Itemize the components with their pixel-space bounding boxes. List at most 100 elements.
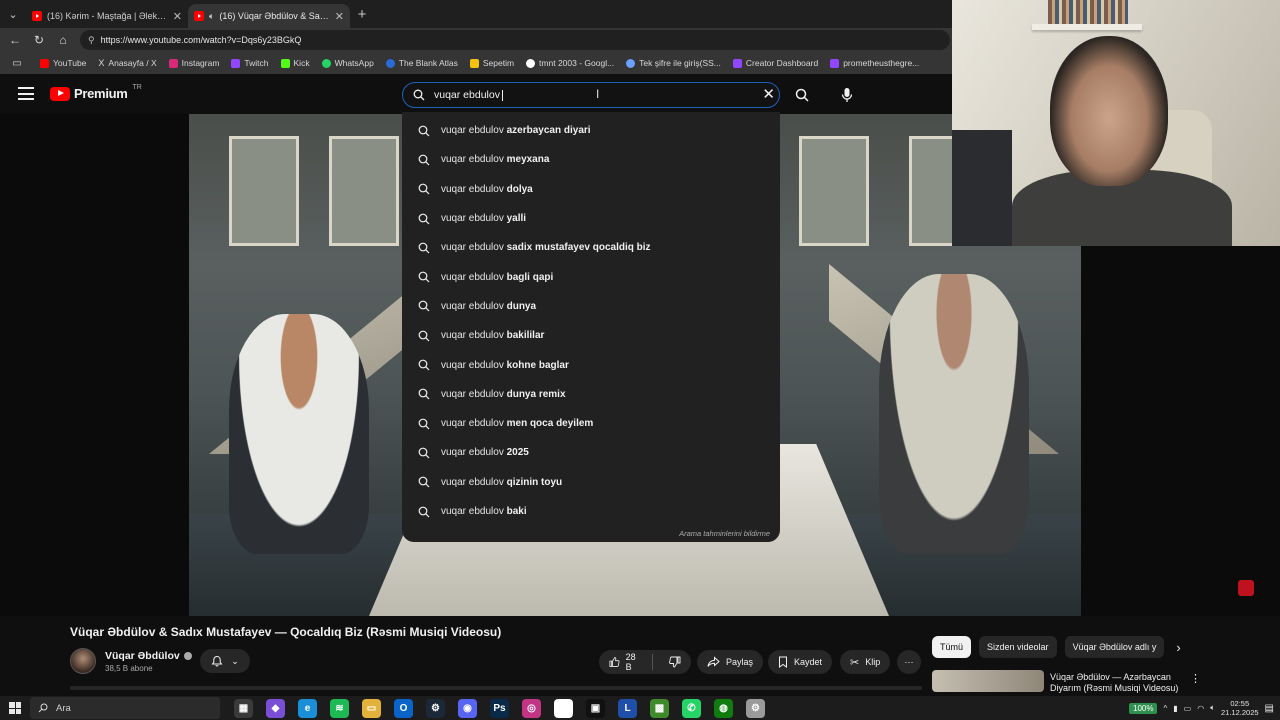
clip-button[interactable]: ✂ Klip <box>840 650 891 674</box>
dislike-button[interactable] <box>659 656 691 668</box>
settings-icon[interactable]: ⚙ <box>746 698 765 718</box>
reload-icon[interactable]: ↻ <box>28 33 50 47</box>
zoom-level-badge[interactable]: 100% <box>1129 702 1158 714</box>
task-view-icon[interactable]: ▦ <box>234 698 253 718</box>
browser-tab-active[interactable]: 🔈︎ (16) Vüqar Əbdülov & Sadıx M... ✕ <box>188 4 350 28</box>
suggestion-prefix: vuqar ebdulov <box>441 476 504 488</box>
search-suggestion-item[interactable]: vuqar ebdulov dunya remix <box>402 380 780 409</box>
bookmark-sso[interactable]: Tek şifre ile giriş(SS... <box>626 58 721 68</box>
minecraft-icon[interactable]: ▩ <box>650 698 669 718</box>
recommended-more-icon[interactable]: ⋮ <box>1190 672 1201 685</box>
suggestion-prefix: vuqar ebdulov <box>441 125 504 137</box>
discord-icon[interactable]: ◉ <box>458 698 477 718</box>
notifications-icon[interactable]: ▤ <box>1265 703 1274 714</box>
chip-related[interactable]: Vüqar Əbdülov adlı y <box>1064 636 1165 658</box>
speaker-icon[interactable]: 🔈︎ <box>209 11 214 22</box>
tab-close-icon[interactable]: ✕ <box>335 10 344 23</box>
channel-name[interactable]: Vüqar Əbdülov <box>105 650 192 662</box>
bookmark-whatsapp[interactable]: WhatsApp <box>321 58 374 68</box>
voice-search-button[interactable] <box>834 82 860 108</box>
search-icon <box>418 506 430 517</box>
xbox-app-icon[interactable]: ◍ <box>714 698 733 718</box>
search-button[interactable] <box>788 84 816 106</box>
photoshop-icon[interactable]: Ps <box>490 698 509 718</box>
bookmark-sepetim[interactable]: Sepetim <box>469 58 514 68</box>
instagram-icon[interactable]: ◎ <box>522 698 541 718</box>
search-suggestion-item[interactable]: vuqar ebdulov dolya <box>402 175 780 204</box>
suggestion-text: vuqar ebdulov sadix mustafayev qocaldiq … <box>441 242 651 253</box>
tab-search-menu-icon[interactable]: ⌄ <box>0 0 26 28</box>
bookmark-x[interactable]: X Anasayfa / X <box>98 58 156 68</box>
bookmark-google[interactable]: tmnt 2003 - Googl... <box>526 58 614 68</box>
menu-icon[interactable]: ▭ <box>6 58 28 69</box>
bookmark-blank-atlas[interactable]: The Blank Atlas <box>385 58 458 68</box>
youtube-premium-logo[interactable]: Premium TR <box>50 84 142 101</box>
new-tab-button[interactable]: + <box>350 6 374 23</box>
steam-icon[interactable]: ⚙ <box>426 698 445 718</box>
start-button[interactable] <box>0 702 30 714</box>
search-suggestion-item[interactable]: vuqar ebdulov yalli <box>402 204 780 233</box>
clear-search-icon[interactable]: ✕ <box>762 87 775 103</box>
search-suggestion-item[interactable]: vuqar ebdulov men qoca deyilem <box>402 409 780 438</box>
outlook-icon[interactable]: O <box>394 698 413 718</box>
bookmark-twitch[interactable]: Twitch <box>231 58 269 68</box>
save-button[interactable]: Kaydet <box>768 650 833 674</box>
bookmark-prometheus[interactable]: prometheusthegre... <box>830 58 919 68</box>
chip-from-channel[interactable]: Sizden videolar <box>979 636 1057 658</box>
search-suggestion-item[interactable]: vuqar ebdulov baki <box>402 497 780 526</box>
search-suggestion-item[interactable]: vuqar ebdulov bagli qapi <box>402 262 780 291</box>
home-icon[interactable]: ⌂ <box>52 33 74 47</box>
tab-title: (16) Kərim - Maştağa | Əlekbər N... <box>47 11 168 21</box>
bookmark-instagram[interactable]: Instagram <box>168 58 219 68</box>
usb-icon[interactable]: ▮ <box>1173 704 1177 713</box>
taskbar-search-box[interactable]: Ara <box>30 697 220 719</box>
search-suggestion-item[interactable]: vuqar ebdulov bakililar <box>402 321 780 350</box>
search-suggestion-item[interactable]: vuqar ebdulov azerbaycan diyari <box>402 116 780 145</box>
more-actions-button[interactable]: ⋯ <box>897 650 921 674</box>
browser-tab[interactable]: (16) Kərim - Maştağa | Əlekbər N... ✕ <box>26 4 188 28</box>
windows-taskbar: Ara ▦ ◆ e ≋ ▭ O ⚙ ◉ Ps ◎ ▣ L ▩ ✆ ◍ ⚙ 100% ^ ▮ ▭ ◠ 🔈︎ 0… <box>0 696 1280 720</box>
search-box[interactable]: vuqar ebdulov ✕ <box>402 82 780 108</box>
channel-avatar[interactable] <box>70 648 96 674</box>
volume-icon[interactable]: 🔈︎ <box>1210 703 1215 713</box>
chevron-down-icon: ⌄ <box>231 655 239 666</box>
search-suggestion-item[interactable]: vuqar ebdulov qizinin toyu <box>402 468 780 497</box>
address-bar[interactable]: ⚲ https://www.youtube.com/watch?v=Dqs6y2… <box>80 30 950 50</box>
search-suggestion-item[interactable]: vuqar ebdulov dunya <box>402 292 780 321</box>
search-input[interactable]: vuqar ebdulov <box>434 89 500 101</box>
lens-app-icon[interactable]: L <box>618 698 637 718</box>
chip-all[interactable]: Tümü <box>932 636 972 658</box>
capcut-icon[interactable]: ▣ <box>586 698 605 718</box>
wifi-icon[interactable]: ◠ <box>1197 704 1204 713</box>
edge-icon[interactable]: e <box>298 698 317 718</box>
spotify-icon[interactable]: ≋ <box>330 698 349 718</box>
subscription-bell-button[interactable]: ⌄ <box>200 649 250 673</box>
bookmark-kick[interactable]: Kick <box>280 58 310 68</box>
search-suggestion-item[interactable]: vuqar ebdulov meyxana <box>402 145 780 174</box>
share-button[interactable]: Paylaş <box>697 650 764 674</box>
search-suggestion-item[interactable]: vuqar ebdulov 2025 <box>402 438 780 467</box>
like-button[interactable]: 28 B <box>599 652 653 672</box>
hamburger-menu-icon[interactable] <box>18 87 34 104</box>
whatsapp-icon[interactable]: ✆ <box>682 698 701 718</box>
taskbar-clock[interactable]: 02:55 21.12.2025 <box>1221 699 1259 717</box>
site-info-icon[interactable]: ⚲ <box>88 35 95 46</box>
tray-chevron-icon[interactable]: ^ <box>1163 704 1167 713</box>
bookmark-youtube[interactable]: YouTube <box>40 58 86 68</box>
report-predictions-link[interactable]: Arama tahminlerini bildirme <box>679 529 770 538</box>
brand-watermark-icon[interactable] <box>1238 580 1254 596</box>
chevron-right-icon[interactable]: › <box>1176 640 1180 655</box>
tab-close-icon[interactable]: ✕ <box>173 10 182 23</box>
copilot-icon[interactable]: ◆ <box>266 698 285 718</box>
search-suggestion-item[interactable]: vuqar ebdulov kohne baglar <box>402 350 780 379</box>
notepad-icon[interactable] <box>554 698 573 718</box>
search-suggestion-item[interactable]: vuqar ebdulov sadix mustafayev qocaldiq … <box>402 233 780 262</box>
suggestion-text: vuqar ebdulov bakililar <box>441 330 544 341</box>
recommended-video-thumbnail[interactable] <box>932 670 1044 692</box>
bookmark-creator-dashboard[interactable]: Creator Dashboard <box>732 58 818 68</box>
tab-title: (16) Vüqar Əbdülov & Sadıx M... <box>219 11 330 21</box>
recommended-video-title[interactable]: Vüqar Əbdülov — Azərbaycan Diyarım (Rəsm… <box>1050 672 1180 694</box>
back-arrow-icon[interactable]: ← <box>4 33 26 47</box>
file-explorer-icon[interactable]: ▭ <box>362 698 381 718</box>
monitor-icon[interactable]: ▭ <box>1184 704 1192 713</box>
